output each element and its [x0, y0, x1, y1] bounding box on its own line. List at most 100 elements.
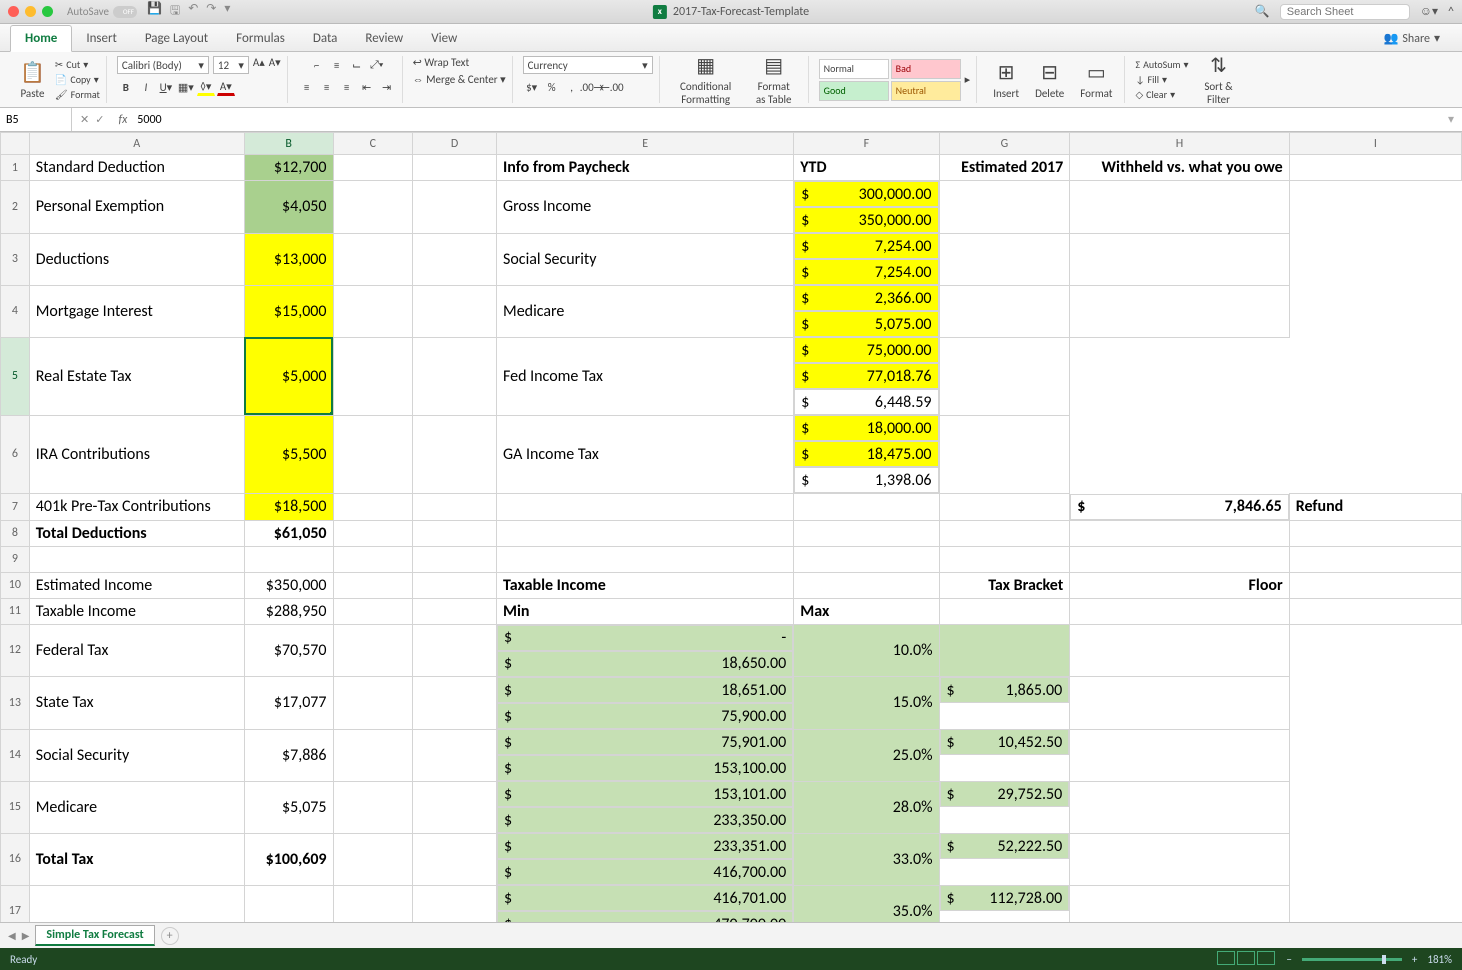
paste-button[interactable]: 📋Paste	[14, 58, 51, 102]
autosum-button[interactable]: ΣAutoSum ▾	[1135, 58, 1188, 71]
cell-D16[interactable]	[413, 833, 497, 885]
cell-C12[interactable]	[333, 624, 413, 677]
cell-F2[interactable]: $300,000.00	[794, 181, 938, 207]
cell-B15[interactable]: $5,075	[244, 781, 333, 833]
search-sheet-input[interactable]	[1280, 4, 1410, 20]
spreadsheet-grid[interactable]: ABCDEFGHI1Standard Deduction$12,700Info …	[0, 132, 1462, 922]
cell-F3[interactable]: $7,254.00	[794, 233, 938, 259]
column-header[interactable]: B	[244, 133, 333, 155]
decrease-decimal-icon[interactable]: ←.00	[603, 78, 621, 96]
cell-C10[interactable]	[333, 572, 413, 598]
percent-icon[interactable]: %	[543, 78, 561, 96]
cell-A4[interactable]: Mortgage Interest	[29, 285, 244, 337]
redo-icon[interactable]: ↷	[206, 1, 216, 22]
cell-F10[interactable]	[794, 572, 939, 598]
row-header[interactable]: 11	[1, 598, 30, 624]
cell-A2[interactable]: Personal Exemption	[29, 181, 244, 234]
cell-A16[interactable]: Total Tax	[29, 833, 244, 885]
format-cells-button[interactable]: ▭Format	[1074, 58, 1118, 102]
cell-C1[interactable]	[333, 155, 413, 181]
cell-E15[interactable]: $153,101.00	[497, 781, 793, 807]
cell-H13[interactable]: $1,865.00	[940, 677, 1070, 703]
cell-A15[interactable]: Medicare	[29, 781, 244, 833]
cell-D13[interactable]	[413, 677, 497, 730]
cell-A1[interactable]: Standard Deduction	[29, 155, 244, 181]
cell-I17[interactable]	[1070, 885, 1289, 922]
cell-G8[interactable]	[939, 520, 1070, 546]
cell-F11[interactable]: Max	[794, 598, 939, 624]
fill-color-button[interactable]: ◊▾	[197, 78, 215, 96]
tab-nav-prev-icon[interactable]: ◀	[8, 929, 16, 942]
cell-G6[interactable]: $18,475.00	[794, 441, 938, 467]
cell-E1[interactable]: Info from Paycheck	[497, 155, 794, 181]
cell-A5[interactable]: Real Estate Tax	[29, 337, 244, 415]
cell-G1[interactable]: Estimated 2017	[939, 155, 1070, 181]
number-format-select[interactable]: Currency▾	[523, 56, 653, 74]
cell-D15[interactable]	[413, 781, 497, 833]
cell-F16[interactable]: $416,700.00	[497, 859, 793, 885]
cell-F5[interactable]: $75,000.00	[794, 337, 938, 363]
cell-G3[interactable]: $7,254.00	[794, 259, 938, 285]
cell-H5[interactable]: $6,448.59	[794, 389, 938, 415]
cell-E17[interactable]: $416,701.00	[497, 885, 793, 911]
row-header[interactable]: 6	[1, 415, 30, 494]
cell-B3[interactable]: $13,000	[244, 233, 333, 285]
decrease-indent-icon[interactable]: ⇤	[358, 78, 376, 96]
zoom-in-icon[interactable]: +	[1412, 953, 1417, 966]
sort-filter-button[interactable]: ⇅Sort & Filter	[1193, 51, 1245, 108]
cell-I3[interactable]	[1070, 233, 1289, 285]
cell-D3[interactable]	[413, 233, 497, 285]
cell-E13[interactable]: $18,651.00	[497, 677, 793, 703]
maximize-window-button[interactable]	[42, 6, 53, 17]
cell-F13[interactable]: $75,900.00	[497, 703, 793, 729]
tab-nav-next-icon[interactable]: ▶	[22, 929, 30, 942]
cell-E7[interactable]	[497, 494, 794, 521]
cell-C17[interactable]	[333, 885, 413, 922]
style-bad[interactable]: Bad	[891, 59, 961, 79]
cell-H4[interactable]	[939, 285, 1070, 337]
autosave-toggle[interactable]: AutoSave OFF	[67, 5, 137, 18]
cell-H10[interactable]: Floor	[1070, 572, 1289, 598]
row-header[interactable]: 17	[1, 885, 30, 922]
cell-H17[interactable]: $112,728.00	[940, 885, 1070, 911]
toggle-switch-icon[interactable]: OFF	[113, 6, 137, 18]
increase-indent-icon[interactable]: ⇥	[378, 78, 396, 96]
cell-D17[interactable]	[413, 885, 497, 922]
increase-font-icon[interactable]: A▴	[253, 56, 265, 74]
cell-D4[interactable]	[413, 285, 497, 337]
column-header[interactable]: A	[29, 133, 244, 155]
align-middle-icon[interactable]: ≡	[328, 56, 346, 74]
align-left-icon[interactable]: ≡	[298, 78, 316, 96]
row-header[interactable]: 15	[1, 781, 30, 833]
cell-E16[interactable]: $233,351.00	[497, 833, 793, 859]
orientation-icon[interactable]: ⤢▾	[368, 56, 386, 74]
ribbon-toggle-icon[interactable]: ^	[1448, 5, 1454, 19]
bold-button[interactable]: B	[117, 78, 135, 96]
cell-G13[interactable]: 15.0%	[794, 677, 939, 730]
cell-I5[interactable]	[939, 337, 1070, 415]
cell-H8[interactable]	[1070, 520, 1289, 546]
tab-review[interactable]: Review	[351, 26, 417, 51]
cell-D10[interactable]	[413, 572, 497, 598]
cell-C8[interactable]	[333, 520, 413, 546]
undo-icon[interactable]: ↶	[188, 1, 198, 22]
cut-button[interactable]: ✂Cut ▾	[55, 58, 100, 71]
cell-styles-gallery[interactable]: Normal Bad Good Neutral	[819, 59, 961, 101]
close-window-button[interactable]	[8, 6, 19, 17]
cell-B5[interactable]: $5,000	[244, 337, 333, 415]
cell-A9[interactable]	[29, 546, 244, 572]
cell-H3[interactable]	[939, 233, 1070, 285]
cell-B7[interactable]: $18,500	[244, 494, 333, 521]
cell-E4[interactable]: Medicare	[497, 285, 794, 337]
conditional-formatting-button[interactable]: ▦Conditional Formatting	[670, 51, 742, 108]
cell-F9[interactable]	[794, 546, 939, 572]
cell-A7[interactable]: 401k Pre-Tax Contributions	[29, 494, 244, 521]
minimize-window-button[interactable]	[25, 6, 36, 17]
cell-A8[interactable]: Total Deductions	[29, 520, 244, 546]
column-header[interactable]: G	[939, 133, 1070, 155]
cell-F12[interactable]: $18,650.00	[497, 651, 793, 677]
font-name-select[interactable]: Calibri (Body)▾	[117, 56, 209, 74]
cell-E9[interactable]	[497, 546, 794, 572]
cell-E11[interactable]: Min	[497, 598, 794, 624]
cell-H2[interactable]	[939, 181, 1070, 234]
